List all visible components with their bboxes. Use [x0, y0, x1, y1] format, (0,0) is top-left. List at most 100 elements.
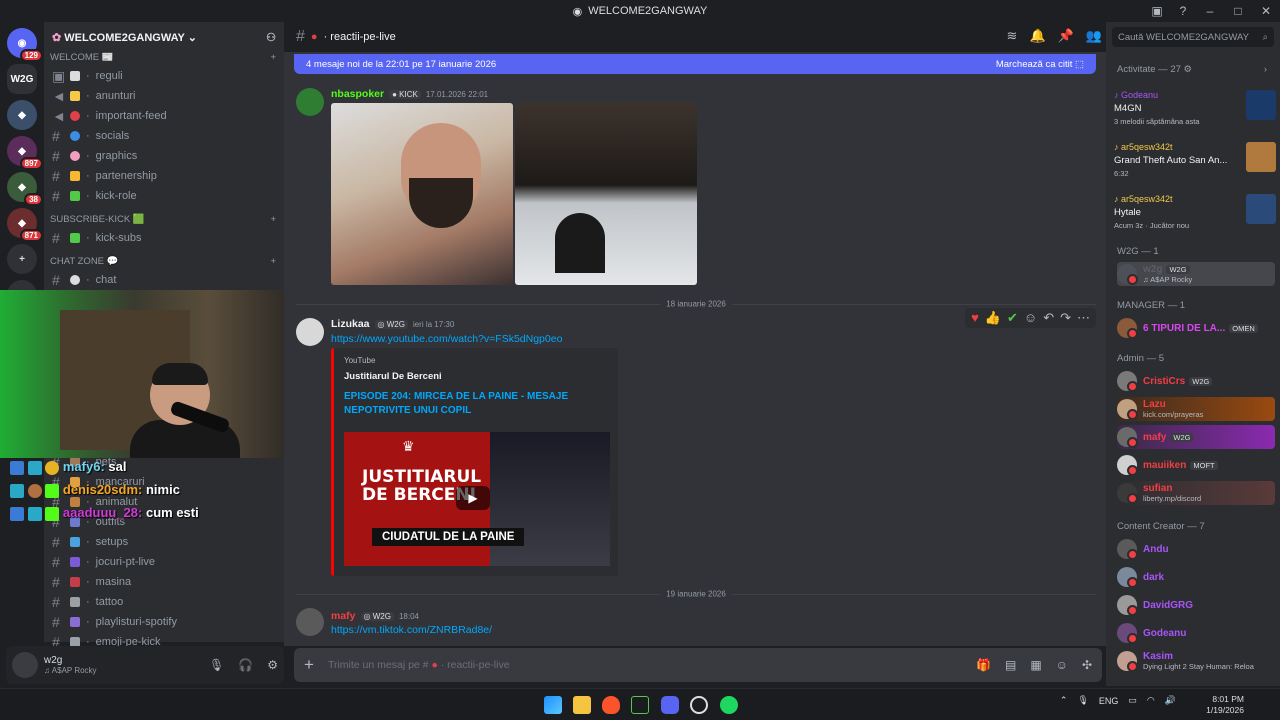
channel-chat[interactable]: # · chat: [44, 270, 284, 290]
pin-icon[interactable]: 📌: [1058, 28, 1074, 44]
headphones-icon[interactable]: 🎧: [238, 658, 253, 672]
message-author[interactable]: nbaspoker: [331, 88, 384, 100]
maximize-button[interactable]: □: [1224, 0, 1252, 22]
channel-kick-subs[interactable]: # · kick-subs: [44, 228, 284, 248]
server-w2g[interactable]: W2G: [7, 64, 37, 94]
inbox-icon[interactable]: ▣: [1144, 0, 1170, 22]
emoji-icon[interactable]: ☺: [1056, 658, 1068, 672]
message-author[interactable]: mafy: [331, 610, 356, 622]
home-button[interactable]: ◉ 129: [7, 28, 43, 62]
message-input[interactable]: + Trimite un mesaj pe # ● · reactii-pe-l…: [294, 648, 1102, 682]
embed-author[interactable]: Justitiarul De Berceni: [344, 371, 608, 382]
member-item[interactable]: mauiiken MOFT: [1117, 453, 1275, 477]
search-input[interactable]: Caută WELCOME2GANGWAY ⌕: [1112, 27, 1274, 47]
add-channel-icon[interactable]: +: [270, 256, 276, 267]
add-reaction-icon[interactable]: ☺: [1024, 310, 1037, 326]
message-author[interactable]: Lizukaa: [331, 318, 370, 330]
channel-important-feed[interactable]: ◄ · important-feed: [44, 106, 284, 126]
channel-reguli[interactable]: ▣ · reguli: [44, 66, 284, 86]
member-item[interactable]: Andu: [1117, 537, 1275, 561]
help-icon[interactable]: ?: [1170, 0, 1196, 22]
message-actions-toolbar: ♥ 👍 ✔ ☺ ↶ ↷ ⋯: [965, 308, 1096, 328]
brave-browser-icon[interactable]: [602, 696, 620, 714]
avatar: [1117, 483, 1138, 504]
member-item[interactable]: sufian liberty.mp/discord: [1117, 481, 1275, 505]
attachment-image[interactable]: [515, 103, 697, 285]
add-user-icon[interactable]: ⚇: [266, 31, 276, 44]
activity-card[interactable]: ♪ Godeanu M4GN 3 melodii săptămâna asta: [1114, 90, 1276, 126]
windows-start-icon[interactable]: [544, 696, 562, 714]
more-icon[interactable]: ⋯: [1077, 310, 1090, 326]
add-channel-icon[interactable]: +: [270, 214, 276, 225]
bell-icon[interactable]: 🔔: [1029, 28, 1045, 44]
message-link[interactable]: https://vm.tiktok.com/ZNRBRad8e/: [331, 624, 492, 636]
gear-icon[interactable]: ⚙: [267, 658, 278, 672]
channel-kick-role[interactable]: # · kick-role: [44, 186, 284, 206]
member-item[interactable]: CristiCrs W2G: [1117, 369, 1275, 393]
category-welcome[interactable]: WELCOME 📰 +: [44, 48, 284, 66]
video-thumbnail[interactable]: ♛ JUSTITIARUL DE BERCENI ▶ CIUDATUL DE L…: [344, 432, 610, 566]
clock[interactable]: 8:01 PM 1/19/2026: [1206, 694, 1244, 716]
avatar[interactable]: [296, 608, 324, 636]
member-item[interactable]: Kasim Dying Light 2 Stay Human: Reloa: [1117, 649, 1275, 673]
stream-chat-line: denis20sdm: nimic: [10, 482, 180, 498]
reply-icon[interactable]: ↶: [1043, 310, 1054, 326]
heart-reaction-icon[interactable]: ♥: [971, 310, 979, 326]
minimize-button[interactable]: –: [1196, 0, 1224, 22]
discord-app-icon[interactable]: [661, 696, 679, 714]
chevron-up-icon[interactable]: ⌃: [1060, 695, 1068, 706]
member-item[interactable]: DavidGRG: [1117, 593, 1275, 617]
steam-icon[interactable]: [690, 696, 708, 714]
checkmark-reaction-icon[interactable]: ✔: [1007, 310, 1018, 326]
message-link[interactable]: https://www.youtube.com/watch?v=FSk5dNgp…: [331, 333, 562, 345]
add-server-icon[interactable]: +: [7, 244, 37, 274]
sticker-icon[interactable]: ▦: [1030, 658, 1041, 672]
microphone-tray-icon[interactable]: 🎙: [1077, 695, 1088, 706]
member-item[interactable]: 6 TIPURI DE LA... OMEN: [1117, 316, 1275, 340]
activity-header[interactable]: Activitate — 27 ⚙ ›: [1117, 64, 1267, 75]
close-button[interactable]: ✕: [1252, 0, 1280, 22]
wifi-icon[interactable]: ◠: [1147, 695, 1155, 706]
volume-icon[interactable]: 🔊: [1165, 695, 1176, 706]
server-folder-3[interactable]: ◆ 38: [7, 172, 43, 206]
add-channel-icon[interactable]: +: [270, 52, 276, 63]
avatar[interactable]: [296, 318, 324, 346]
microphone-icon[interactable]: 🎙: [209, 658, 224, 672]
member-item[interactable]: mafy W2G: [1117, 425, 1275, 449]
language-indicator[interactable]: ENG: [1099, 696, 1119, 706]
activity-card[interactable]: ♪ ar5qesw342t Grand Theft Auto San An...…: [1114, 142, 1276, 178]
avatar[interactable]: [296, 88, 324, 116]
server-folder-1[interactable]: ◆: [7, 100, 37, 130]
category-chat-zone[interactable]: CHAT ZONE 💬 +: [44, 252, 284, 270]
xbox-icon[interactable]: [631, 696, 649, 714]
add-attachment-icon[interactable]: +: [304, 655, 314, 675]
new-messages-bar[interactable]: 4 mesaje noi de la 22:01 pe 17 ianuarie …: [294, 54, 1096, 74]
channel-graphics[interactable]: # · graphics: [44, 146, 284, 166]
threads-icon[interactable]: ≋: [1007, 28, 1018, 44]
channel-partenership[interactable]: # · partenership: [44, 166, 284, 186]
gift-icon[interactable]: 🎁: [976, 658, 991, 672]
mark-read-button[interactable]: Marchează ca citit ⬚: [996, 59, 1084, 70]
avatar[interactable]: [12, 652, 38, 678]
activity-card[interactable]: ♪ ar5qesw342t Hytale Acum 3z · Jucător n…: [1114, 194, 1276, 230]
member-item[interactable]: w2g W2G ♫ A$AP Rocky: [1117, 262, 1275, 286]
gif-icon[interactable]: ▤: [1005, 658, 1016, 672]
member-item[interactable]: Godeanu: [1117, 621, 1275, 645]
members-icon[interactable]: 👥: [1086, 28, 1102, 44]
embed-title[interactable]: EPISODE 204: MIRCEA DE LA PAINE - MESAJE…: [344, 390, 608, 418]
attachment-image[interactable]: [331, 103, 513, 285]
member-item[interactable]: dark: [1117, 565, 1275, 589]
play-icon[interactable]: ▶: [456, 486, 490, 510]
channel-anunturi[interactable]: ◄ · anunturi: [44, 86, 284, 106]
display-icon[interactable]: ▭: [1128, 695, 1137, 706]
thumbs-up-reaction-icon[interactable]: 👍: [985, 310, 1001, 326]
file-explorer-icon[interactable]: [573, 696, 591, 714]
forward-icon[interactable]: ↷: [1060, 310, 1071, 326]
server-folder-2[interactable]: ◆ 897: [7, 136, 43, 170]
spotify-icon[interactable]: [720, 696, 738, 714]
channel-socials[interactable]: # · socials: [44, 126, 284, 146]
server-folder-4[interactable]: ◆ 871: [7, 208, 43, 242]
apps-icon[interactable]: ✣: [1082, 658, 1092, 672]
category-subscribe-kick[interactable]: SUBSCRIBE-KICK 🟩 +: [44, 210, 284, 228]
member-item[interactable]: Lazu kick.com/prayeras: [1117, 397, 1275, 421]
